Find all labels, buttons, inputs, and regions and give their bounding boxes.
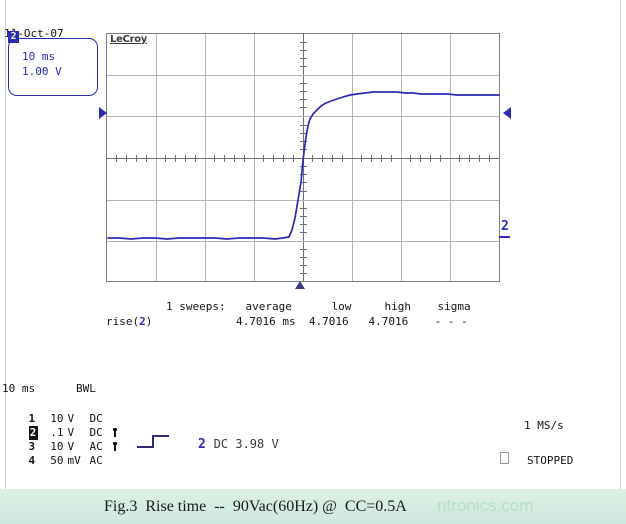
graticule-area[interactable]: LeCroy bbox=[106, 33, 500, 282]
trigger-readout[interactable]: 2 DC 3.98 V bbox=[198, 437, 279, 452]
trigger-position-marker-icon[interactable] bbox=[295, 281, 305, 289]
right-border-rule bbox=[620, 0, 621, 489]
sample-rate-readout: 1 MS/s bbox=[524, 419, 564, 432]
channel-2-ground-marker-line bbox=[499, 236, 510, 238]
channel-timebase-label: 10 ms bbox=[22, 50, 56, 63]
measurement-name-prefix: rise( bbox=[106, 315, 140, 328]
waveform-trace-channel-2 bbox=[107, 91, 500, 240]
timebase-readout[interactable]: 10 ms bbox=[2, 382, 35, 396]
acquisition-state-label: STOPPED bbox=[527, 454, 574, 467]
graticule-grid: LeCroy bbox=[106, 33, 500, 282]
trigger-channel: 2 bbox=[198, 437, 214, 452]
rising-edge-icon[interactable] bbox=[136, 432, 170, 450]
channel-unit-4: mV bbox=[67, 454, 81, 467]
bandwidth-limit-icon-3 bbox=[112, 442, 118, 451]
acquisition-state-icon[interactable] bbox=[500, 452, 509, 464]
measurement-table: 1 sweeps: average low high sigma rise(2)… bbox=[106, 300, 471, 370]
figure-caption: Fig.3 Rise time -- 90Vac(60Hz) @ CC=0.5A bbox=[104, 498, 407, 515]
channel-2-ground-marker[interactable]: 2 bbox=[501, 220, 509, 234]
channel-badge-2[interactable]: 2 bbox=[8, 31, 19, 43]
watermark-text: ntronics.com bbox=[437, 496, 534, 515]
measurement-name-suffix: ) bbox=[145, 315, 153, 328]
oscilloscope-screen: 11-Oct-07 9:51:54 10 ms 1.00 V 2 bbox=[0, 0, 626, 524]
bandwidth-limit-header: BWL bbox=[76, 382, 96, 395]
channel-row-4[interactable]: 4 50 mV AC bbox=[2, 440, 112, 482]
measurement-row-label: rise(2) bbox=[106, 315, 152, 329]
channel-number-4: 4 bbox=[28, 454, 36, 467]
trigger-level: 3.98 V bbox=[235, 437, 279, 451]
channel-coupling-4: AC bbox=[89, 454, 103, 467]
channel-gain-4: 50 bbox=[50, 454, 64, 467]
lecroy-logo: LeCroy bbox=[109, 34, 149, 46]
measurement-source-channel: 2 bbox=[139, 315, 146, 328]
channel-voltsdiv-label: 1.00 V bbox=[22, 65, 62, 78]
trigger-level-marker-right-icon[interactable] bbox=[503, 107, 511, 119]
channel-descriptor-box[interactable]: 10 ms 1.00 V bbox=[8, 38, 98, 96]
trigger-coupling: DC bbox=[213, 437, 236, 451]
measurement-row-values: 4.7016 ms 4.7016 4.7016 - - - bbox=[236, 315, 468, 328]
trigger-level-marker-left-icon[interactable] bbox=[99, 107, 107, 119]
measurement-header-row: 1 sweeps: average low high sigma bbox=[166, 300, 471, 313]
